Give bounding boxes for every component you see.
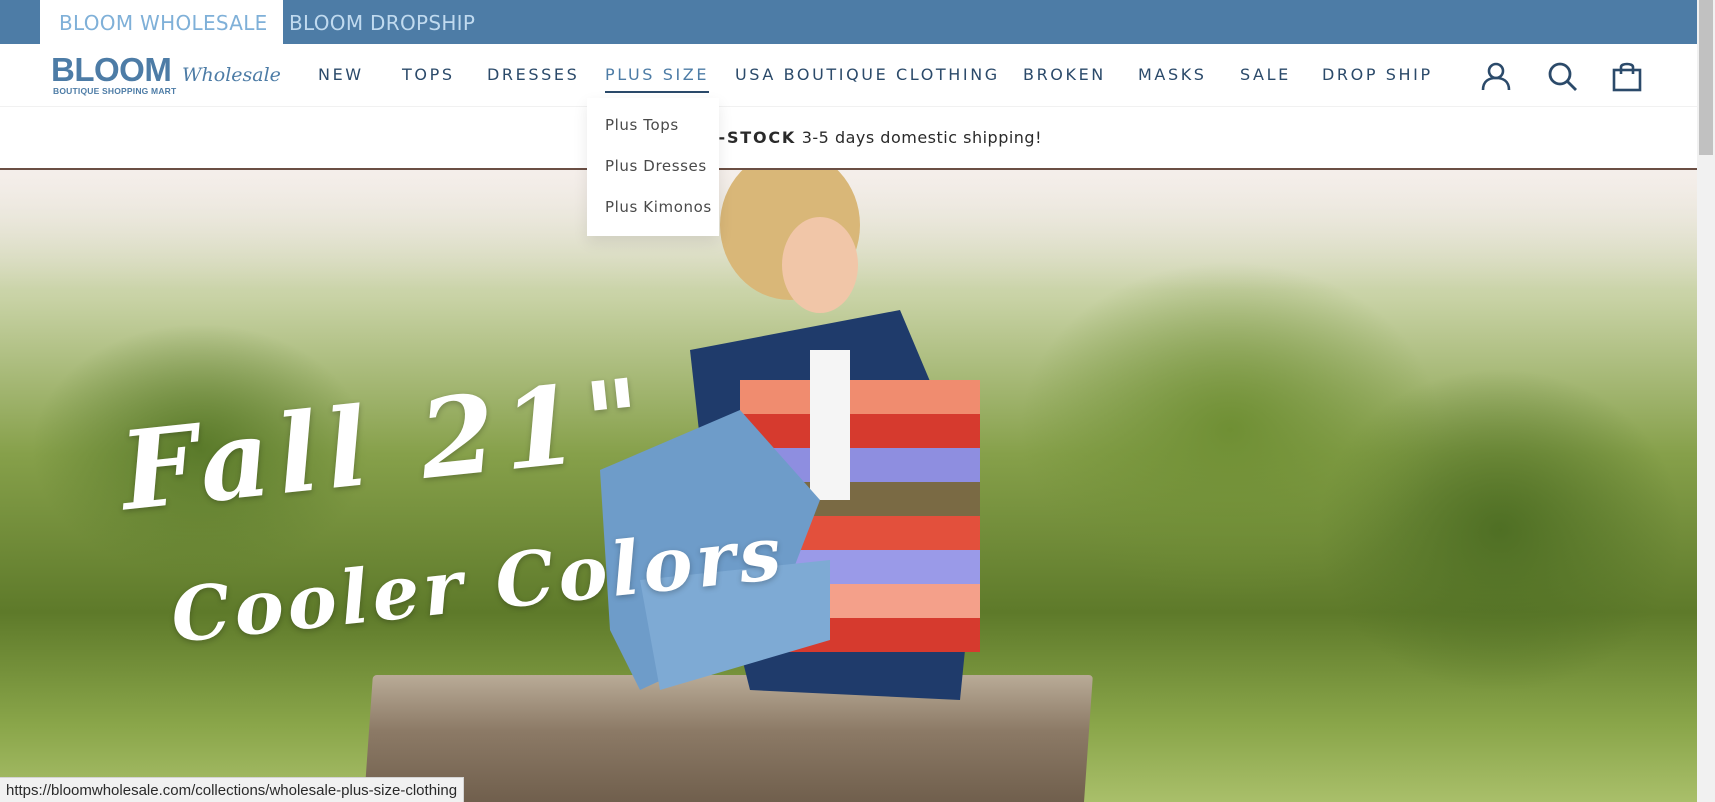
store-tab-dropship[interactable]: BLOOM DROPSHIP (283, 0, 494, 44)
plus-size-dropdown: Plus Tops Plus Dresses Plus Kimonos (587, 98, 719, 236)
nav-item-drop-ship[interactable]: DROP SHIP (1322, 65, 1433, 85)
dropdown-item-plus-kimonos[interactable]: Plus Kimonos (587, 196, 719, 237)
logo-script-text: Wholesale (182, 64, 281, 86)
site-header: BLOOM Wholesale BOUTIQUE SHOPPING MART N… (0, 44, 1697, 107)
hero-banner[interactable]: Fall 21" Cooler Colors (0, 170, 1697, 802)
page-scrollbar[interactable] (1697, 0, 1715, 802)
dropdown-item-plus-tops[interactable]: Plus Tops (587, 114, 719, 155)
dropdown-item-plus-dresses[interactable]: Plus Dresses (587, 155, 719, 196)
cart-icon[interactable] (1611, 60, 1643, 92)
scrollbar-thumb[interactable] (1699, 0, 1713, 155)
logo-main-text: BLOOM (51, 51, 172, 88)
nav-item-masks[interactable]: MASKS (1138, 65, 1207, 85)
search-icon[interactable] (1546, 60, 1578, 92)
account-icon[interactable] (1480, 60, 1512, 92)
nav-item-dresses[interactable]: DRESSES (487, 65, 579, 85)
nav-item-tops[interactable]: TOPS (402, 65, 455, 85)
logo-tagline: BOUTIQUE SHOPPING MART (53, 86, 177, 96)
announcement-bar: ITE IN-STOCK 3-5 days domestic shipping! (0, 107, 1697, 170)
hero-model-image (600, 170, 980, 700)
store-tab-wholesale[interactable]: BLOOM WHOLESALE (40, 0, 283, 44)
nav-item-sale[interactable]: SALE (1240, 65, 1291, 85)
nav-item-new[interactable]: NEW (318, 65, 364, 85)
announcement-text: 3-5 days domestic shipping! (796, 128, 1042, 147)
store-switcher-bar: BLOOM WHOLESALE BLOOM DROPSHIP (0, 0, 1697, 44)
nav-item-broken[interactable]: BROKEN (1023, 65, 1106, 85)
hero-title-line-1: Fall 21" (114, 354, 657, 536)
status-bar-url: https://bloomwholesale.com/collections/w… (0, 777, 465, 802)
nav-item-usa-boutique-clothing[interactable]: USA BOUTIQUE CLOTHING (735, 65, 1000, 85)
nav-item-plus-size[interactable]: PLUS SIZE (605, 65, 710, 93)
logo[interactable]: BLOOM Wholesale BOUTIQUE SHOPPING MART (51, 51, 281, 100)
